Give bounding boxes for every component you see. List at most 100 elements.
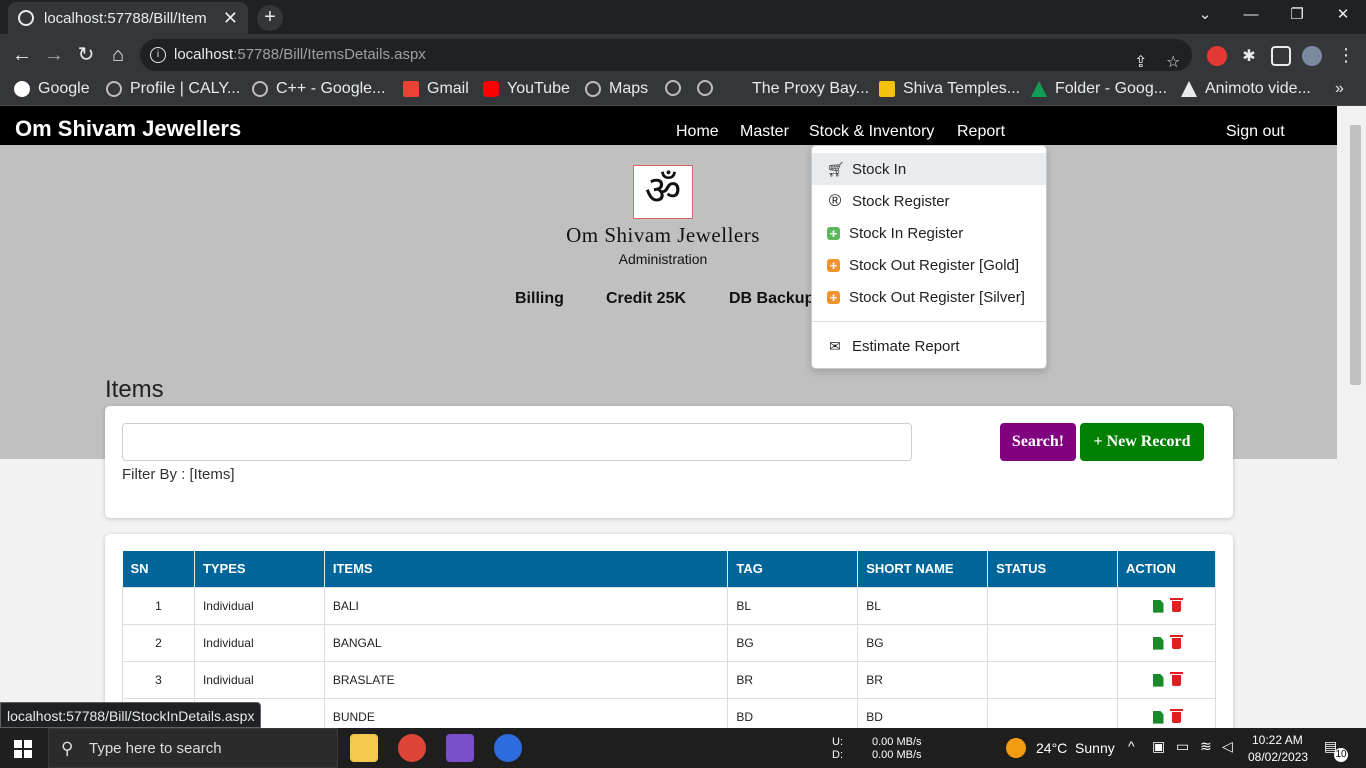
profile-avatar[interactable] [1302,46,1322,66]
menu-stock-in-register[interactable]: + Stock In Register [812,217,1046,249]
bookmark-star-icon[interactable]: ☆ [1166,47,1180,79]
cell-tag: BG [727,623,859,662]
home-icon[interactable]: ⌂ [104,42,132,70]
nav-home[interactable]: Home [676,123,719,141]
new-record-button[interactable]: + New Record [1080,423,1204,461]
cell-status [987,660,1119,699]
bookmark-google[interactable]: Google [14,80,90,98]
quick-link-billing[interactable]: Billing [515,290,564,308]
menu-stock-out-silver[interactable]: + Stock Out Register [Silver] [812,281,1046,313]
edit-icon[interactable] [1152,636,1164,650]
globe-icon [697,80,713,96]
bookmark-unnamed-2[interactable] [697,80,721,96]
search-input[interactable] [122,423,912,461]
delete-icon[interactable] [1169,708,1183,723]
forward-icon[interactable]: → [40,42,68,70]
share-icon[interactable]: ⇪ [1134,47,1147,79]
address-bar[interactable]: i localhost:57788/Bill/ItemsDetails.aspx… [140,39,1192,71]
cell-status [987,697,1119,728]
tab-search-icon[interactable]: ⌄ [1182,0,1228,30]
page-content: ॐ Om Shivam Jewellers Administration Bil… [0,145,1337,728]
weather-text[interactable]: 24°C Sunny [1036,740,1115,756]
quick-link-db-backup[interactable]: DB Backup [729,290,814,308]
adblock-extension-icon[interactable] [1207,46,1227,66]
col-types[interactable]: TYPES [194,551,325,587]
menu-stock-register[interactable]: ® Stock Register [812,185,1046,217]
site-navbar: Om Shivam Jewellers Home Master Stock & … [0,106,1337,145]
delete-icon[interactable] [1169,634,1183,649]
tray-device-icon[interactable]: ▣ [1152,738,1165,755]
chrome-icon[interactable] [398,734,426,762]
edit-icon[interactable] [1152,599,1164,613]
col-tag[interactable]: TAG [727,551,859,587]
globe-icon [585,81,601,97]
windows-taskbar: ⚲ Type here to search U: D: 0.00 MB/s 0.… [0,728,1366,768]
status-url-bubble: localhost:57788/Bill/StockInDetails.aspx [0,702,262,728]
delete-icon[interactable] [1169,671,1183,686]
browser-tabstrip: localhost:57788/Bill/Item ✕ + ⌄ — ❐ ✕ [0,0,1366,34]
menu-stock-out-gold[interactable]: + Stock Out Register [Gold] [812,249,1046,281]
quick-link-credit[interactable]: Credit 25K [606,290,686,308]
close-window-icon[interactable]: ✕ [1320,0,1366,30]
browser-menu-icon[interactable]: ⋮ [1332,42,1360,70]
nav-master[interactable]: Master [740,123,789,141]
side-panel-icon[interactable] [1271,46,1291,66]
net-upload: 0.00 MB/s [872,736,922,748]
volume-icon[interactable]: ◁ [1222,738,1233,755]
items-table: SN TYPES ITEMS TAG SHORT NAME STATUS ACT… [122,551,1216,728]
bookmark-cpp[interactable]: C++ - Google... [252,80,385,98]
site-brand[interactable]: Om Shivam Jewellers [15,116,241,142]
menu-stock-in[interactable]: 🛒︎ Stock In [812,153,1046,185]
cell-action [1117,697,1216,728]
col-short-name[interactable]: SHORT NAME [857,551,989,587]
bookmark-youtube[interactable]: YouTube [483,80,570,98]
bookmark-folder-drive[interactable]: Folder - Goog... [1031,80,1167,98]
col-items[interactable]: ITEMS [324,551,729,587]
visual-studio-icon[interactable] [446,734,474,762]
minimize-icon[interactable]: — [1228,0,1274,30]
bookmark-maps[interactable]: Maps [585,80,648,98]
net-download: 0.00 MB/s [872,749,922,761]
restore-icon[interactable]: ❐ [1274,0,1320,30]
cell-type: Individual [193,623,325,662]
file-explorer-icon[interactable] [350,734,378,762]
wifi-icon[interactable]: ≋ [1200,738,1212,755]
bookmark-unnamed-1[interactable] [665,80,689,96]
edit-icon[interactable] [1152,673,1164,687]
clock-time[interactable]: 10:22 AM [1252,733,1303,747]
extensions-puzzle-icon[interactable]: ✱ [1239,46,1259,66]
back-icon[interactable]: ← [8,42,36,70]
col-status[interactable]: STATUS [987,551,1119,587]
reload-icon[interactable]: ↻ [72,42,100,70]
scrollbar-thumb[interactable] [1350,125,1361,385]
browser-tab[interactable]: localhost:57788/Bill/Item ✕ [8,2,248,34]
google-drive-icon [1031,81,1047,97]
cell-tag: BR [727,660,859,699]
nav-stock-inventory[interactable]: Stock & Inventory [809,123,934,141]
clock-date[interactable]: 08/02/2023 [1248,750,1308,764]
bookmark-shiva-temples[interactable]: Shiva Temples... [879,80,1020,98]
col-sn[interactable]: SN [122,551,195,587]
nav-sign-out[interactable]: Sign out [1226,123,1285,141]
bookmark-profile[interactable]: Profile | CALY... [106,80,240,98]
app-icon[interactable] [494,734,522,762]
tray-chevron-icon[interactable]: ^ [1128,738,1135,754]
taskbar-search[interactable]: ⚲ Type here to search [48,728,338,768]
tab-close-icon[interactable]: ✕ [223,8,238,29]
nav-report[interactable]: Report [957,123,1005,141]
org-subtitle: Administration [618,251,708,267]
new-tab-button[interactable]: + [257,5,283,31]
site-info-icon[interactable]: i [150,47,166,63]
delete-icon[interactable] [1169,597,1183,612]
bookmark-gmail[interactable]: Gmail [403,80,469,98]
table-row: 1 Individual BALI BL BL [122,586,1216,625]
menu-estimate-report[interactable]: ✉︎ Estimate Report [812,330,1046,362]
search-button[interactable]: Search! [1000,423,1076,461]
battery-icon[interactable]: ▭ [1176,738,1189,755]
bookmark-animoto[interactable]: Animoto vide... [1181,80,1311,98]
edit-icon[interactable] [1152,710,1164,724]
browser-toolbar: ← → ↻ ⌂ i localhost:57788/Bill/ItemsDeta… [0,34,1366,76]
bookmarks-more-icon[interactable]: » [1335,80,1344,98]
windows-start-icon[interactable] [14,740,32,758]
bookmark-proxy-bay[interactable]: The Proxy Bay... [752,80,869,98]
